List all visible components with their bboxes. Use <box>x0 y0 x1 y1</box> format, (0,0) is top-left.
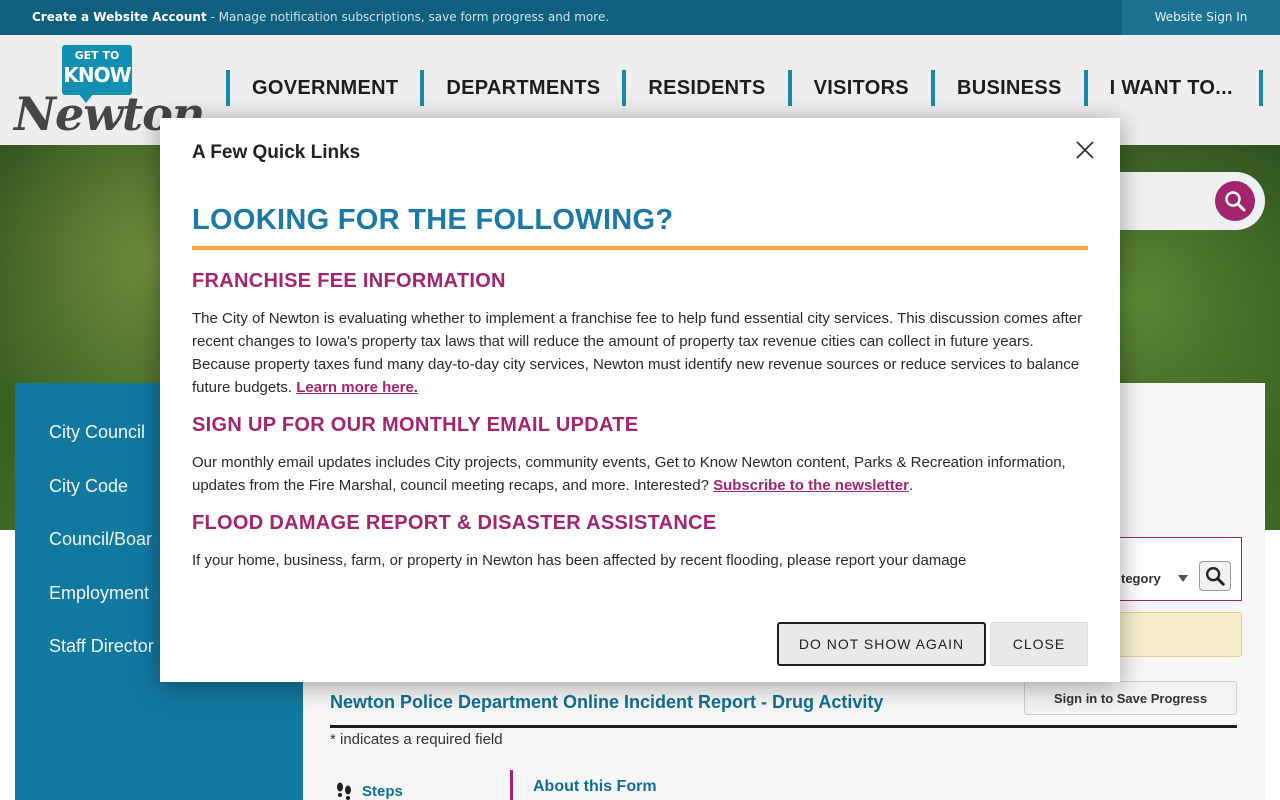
modal-title: A Few Quick Links <box>192 142 361 163</box>
section-heading-email-update: SIGN UP FOR OUR MONTHLY EMAIL UPDATE <box>192 414 639 436</box>
modal-body[interactable]: LOOKING FOR THE FOLLOWING? FRANCHISE FEE… <box>192 202 1088 606</box>
section-text-flood-damage: If your home, business, farm, or propert… <box>192 552 967 569</box>
close-button[interactable]: CLOSE <box>990 622 1088 666</box>
learn-more-link[interactable]: Learn more here. <box>296 379 418 396</box>
section-heading-flood-damage: FLOOD DAMAGE REPORT & DISASTER ASSISTANC… <box>192 512 717 534</box>
do-not-show-again-button[interactable]: DO NOT SHOW AGAIN <box>777 622 986 666</box>
email-update-tail: . <box>908 477 914 494</box>
heading-divider <box>192 246 1088 250</box>
section-text-email-update: Our monthly email updates includes City … <box>192 451 1088 497</box>
subscribe-newsletter-link[interactable]: Subscribe to the newsletter <box>713 477 909 494</box>
modal-main-heading: LOOKING FOR THE FOLLOWING? <box>192 204 674 236</box>
section-text-franchise-fee: The City of Newton is evaluating whether… <box>192 307 1088 399</box>
quick-links-modal: A Few Quick Links LOOKING FOR THE FOLLOW… <box>160 118 1120 682</box>
email-update-text: Our monthly email updates includes City … <box>192 454 1066 494</box>
close-icon[interactable] <box>1073 138 1097 162</box>
section-heading-franchise-fee: FRANCHISE FEE INFORMATION <box>192 270 506 292</box>
